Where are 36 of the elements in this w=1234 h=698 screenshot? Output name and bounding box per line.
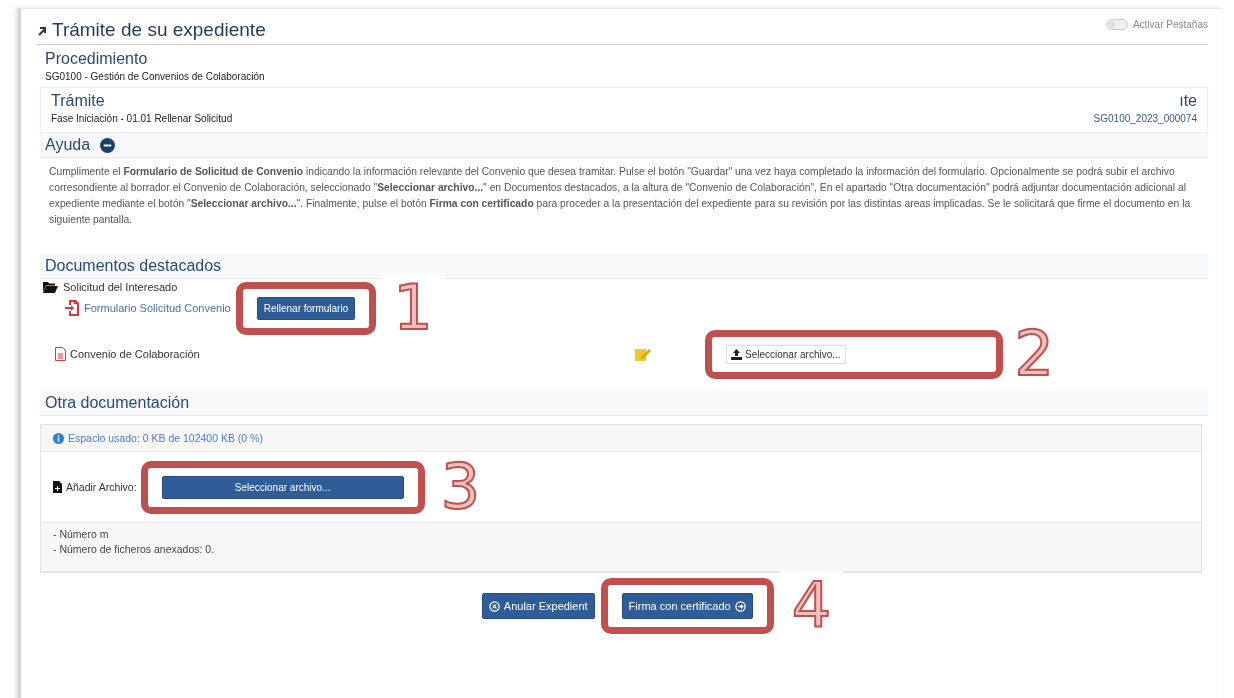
limit-note: - Número de ficheros anexados: 0. — [53, 542, 216, 557]
select-file-button[interactable]: Seleccionar archivo... — [161, 475, 404, 499]
document-label: Convenio de Colaboración — [70, 348, 200, 360]
upload-icon — [731, 348, 742, 360]
fill-form-button[interactable]: Rellenar formulario — [256, 296, 356, 320]
procedure-value: SG0100 - Gestión de Convenios de Colaboración — [45, 71, 266, 82]
folder-icon — [43, 281, 58, 293]
info-icon — [53, 432, 64, 444]
select-file-button[interactable]: Seleccionar archivo... — [726, 344, 846, 364]
document-icon — [55, 347, 66, 361]
space-used: Espacio usado: 0 KB de 102400 KB (0 %) — [68, 432, 263, 444]
cancel-file-button[interactable]: Anular Expedient — [481, 593, 595, 619]
add-file-label: Añadir Archivo: — [66, 481, 137, 493]
step-value: Fase Iniciación - 01.01 Rellenar Solicitud — [51, 113, 233, 124]
section-title: Trámite — [51, 92, 106, 110]
section-heading: Documentos destacados — [45, 257, 222, 275]
pdf-import-icon — [65, 300, 79, 316]
help-text: Cumplimente el Formulario de Solicitud de Convenio indicando la información relevante del Convenio que desea tramitar. Pulse el botón "Guardar" una vez haya completado la información del formulario. Opcionalmente se podrá subir el archivo corresondiente al borrador el Convenio de Colaboración, seleccionado "Seleccionar archivo..." en Documentos destacados, a la altura de "Convenio de Colaboración", En el apartado "Otra documentación" podrá adjuntar documentación adicional al expediente mediante el botón "Seleccionar archivo...". Finalmente, pulse el botón Firma con certificado para proceder a la presentación del expediente para su revisión por las distintas areas implicadas. Se le solicitará que firme el documento en la siguiente pantalla. — [49, 165, 1192, 227]
help-title: Ayuda — [45, 136, 91, 154]
chevron-icon — [37, 24, 47, 36]
section-title: Procedimiento — [45, 50, 149, 68]
collapse-icon[interactable] — [100, 137, 116, 153]
file-add-icon — [53, 481, 62, 493]
sign-button[interactable]: Firma con certificado — [621, 593, 753, 619]
toggle-switch[interactable] — [1105, 19, 1128, 30]
cancel-icon — [488, 600, 500, 612]
form-link[interactable]: Formulario Solicitud Convenio — [84, 302, 231, 314]
file-number: SG0100_2023_000074 — [1093, 113, 1197, 124]
arrow-circle-icon — [734, 600, 746, 612]
section-title: ıte — [1178, 92, 1197, 110]
folder-label: Solicitud del Interesado — [63, 281, 178, 293]
section-heading: Otra documentación — [45, 394, 190, 412]
edit-icon[interactable] — [635, 347, 651, 361]
toggle-label: Activar Pestañas — [1132, 19, 1208, 30]
page-title: Trámite de su expediente — [52, 19, 266, 41]
limit-note: - Número m — [53, 527, 110, 542]
